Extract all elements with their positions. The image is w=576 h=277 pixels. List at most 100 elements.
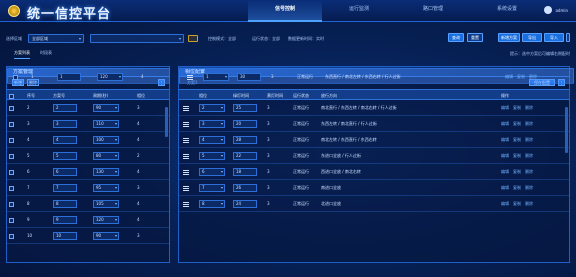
row-checkbox[interactable] — [13, 74, 18, 80]
nav-tab-intersection[interactable]: 路口管理 — [396, 0, 470, 22]
import-button[interactable]: 导入 — [544, 33, 564, 42]
row-checkbox[interactable] — [9, 169, 14, 175]
nav-tab-monitoring[interactable]: 运行监测 — [322, 0, 396, 22]
plan-number-input[interactable]: 2 — [53, 104, 77, 112]
delete-link[interactable]: 删除 — [525, 105, 533, 110]
query-button[interactable]: 查询 — [448, 33, 464, 42]
table-row[interactable]: 7 ▾ 26 3 正常运行 南进口全放 编辑 复制 删除 — [179, 180, 569, 196]
table-row[interactable]: 5 5 80 ▾ 2 — [7, 148, 169, 164]
row-checkbox[interactable] — [9, 201, 14, 207]
cycle-select[interactable]: 90 ▾ — [93, 104, 119, 112]
edit-link[interactable]: 编辑 — [501, 137, 509, 142]
cycle-select[interactable]: 120 ▾ — [97, 73, 123, 81]
select-all-checkbox[interactable] — [9, 93, 14, 99]
green-time-input[interactable]: 26 — [233, 184, 257, 192]
add-plan-button[interactable]: 新增方案 — [498, 33, 520, 42]
delete-link[interactable]: 删除 — [525, 169, 533, 174]
plan-scrollbar[interactable] — [165, 107, 168, 137]
chip-run-status[interactable]: 运行状态：全部 — [252, 36, 280, 42]
region-select[interactable]: 全部区域 ▾ — [28, 34, 84, 43]
table-row[interactable]: 10 10 90 ▾ 3 — [7, 228, 169, 244]
copy-link[interactable]: 复制 — [513, 153, 521, 158]
table-row[interactable]: 7 7 95 ▾ 3 — [7, 180, 169, 196]
reset-button[interactable]: 重置 — [467, 33, 483, 42]
delete-link[interactable]: 删除 — [525, 153, 533, 158]
row-checkbox[interactable] — [9, 137, 14, 143]
chip-control-mode[interactable]: 控制模式：全部 — [208, 36, 236, 42]
cycle-select[interactable]: 95 ▾ — [93, 184, 119, 192]
phase-select[interactable]: 3 ▾ — [199, 120, 225, 128]
edit-link[interactable]: 编辑 — [501, 201, 509, 206]
drag-handle-icon[interactable] — [183, 137, 189, 143]
phase-select[interactable]: 4 ▾ — [199, 136, 225, 144]
edit-link[interactable]: 编辑 — [505, 74, 513, 79]
phase-select[interactable]: 7 ▾ — [199, 184, 225, 192]
table-row[interactable]: 8 ▾ 24 3 正常运行 北进口全放 编辑 复制 删除 — [179, 196, 569, 212]
phase-select[interactable]: 1 ▾ — [203, 73, 229, 81]
row-checkbox[interactable] — [9, 121, 14, 127]
plan-number-input[interactable]: 3 — [53, 120, 77, 128]
drag-handle-icon[interactable] — [183, 201, 189, 207]
drag-handle-icon[interactable] — [187, 74, 193, 80]
plan-number-input[interactable]: 5 — [53, 152, 77, 160]
table-row[interactable]: 3 3 110 ▾ 4 — [7, 116, 169, 132]
plan-number-input[interactable]: 8 — [53, 200, 77, 208]
drag-handle-icon[interactable] — [183, 153, 189, 159]
row-checkbox[interactable] — [9, 185, 14, 191]
copy-link[interactable]: 复制 — [513, 137, 521, 142]
green-time-input[interactable]: 20 — [233, 120, 257, 128]
map-icon[interactable] — [188, 35, 198, 42]
edit-link[interactable]: 编辑 — [501, 121, 509, 126]
cycle-select[interactable]: 80 ▾ — [93, 152, 119, 160]
delete-link[interactable]: 删除 — [525, 137, 533, 142]
table-row[interactable]: 1 1 120 ▾ 4 — [7, 68, 170, 84]
table-row[interactable]: 3 ▾ 20 3 正常运行 东西左转 / 南北直行 / 行人过街 编辑 复制 删除 — [179, 116, 569, 132]
edit-link[interactable]: 编辑 — [501, 105, 509, 110]
row-checkbox[interactable] — [9, 105, 14, 111]
table-row[interactable]: 2 ▾ 25 3 正常运行 南北直行 / 东西左转 / 南北右转 / 行人过街 编辑 复制 删除 — [179, 100, 569, 116]
table-row[interactable]: 5 ▾ 22 3 正常运行 东进口全放 / 行人过街 编辑 复制 删除 — [179, 148, 569, 164]
table-row[interactable]: 4 4 100 ▾ 4 — [7, 132, 169, 148]
cycle-select[interactable]: 90 ▾ — [93, 232, 119, 240]
green-time-input[interactable]: 28 — [233, 136, 257, 144]
plan-number-input[interactable]: 7 — [53, 184, 77, 192]
phase-select[interactable]: 5 ▾ — [199, 152, 225, 160]
table-row[interactable]: 6 ▾ 18 3 正常运行 西进口全放 / 南北右转 编辑 复制 删除 — [179, 164, 569, 180]
green-time-input[interactable]: 25 — [233, 104, 257, 112]
table-row[interactable]: 2 2 90 ▾ 3 — [7, 100, 169, 116]
edit-link[interactable]: 编辑 — [501, 169, 509, 174]
drag-handle-icon[interactable] — [183, 121, 189, 127]
green-time-input[interactable]: 22 — [233, 152, 257, 160]
delete-link[interactable]: 删除 — [525, 121, 533, 126]
drag-handle-icon[interactable] — [183, 185, 189, 191]
cycle-select[interactable]: 120 ▾ — [93, 216, 119, 224]
table-row[interactable]: 1 ▾ 30 3 正常运行 东西直行 / 南北左转 / 东西右转 / 行人过街 编辑 复制 删除 — [179, 68, 574, 84]
table-row[interactable]: 6 6 130 ▾ 4 — [7, 164, 169, 180]
plan-number-input[interactable]: 1 — [57, 73, 81, 81]
delete-link[interactable]: 删除 — [525, 201, 533, 206]
green-time-input[interactable]: 18 — [233, 168, 257, 176]
export-button[interactable]: 导出 — [522, 33, 542, 42]
copy-link[interactable]: 复制 — [513, 201, 521, 206]
chip-update-time[interactable]: 数据更新时间：实时 — [288, 36, 324, 42]
table-row[interactable]: 8 8 105 ▾ 4 — [7, 196, 169, 212]
green-time-input[interactable]: 30 — [237, 73, 261, 81]
cycle-select[interactable]: 110 ▾ — [93, 120, 119, 128]
phase-select[interactable]: 6 ▾ — [199, 168, 225, 176]
delete-link[interactable]: 删除 — [529, 74, 537, 79]
copy-link[interactable]: 复制 — [513, 105, 521, 110]
nav-tab-settings[interactable]: 系统设置 — [470, 0, 544, 22]
phase-select[interactable]: 2 ▾ — [199, 104, 225, 112]
delete-link[interactable]: 删除 — [525, 185, 533, 190]
subtab-time-table[interactable]: 时段表 — [40, 50, 52, 59]
copy-link[interactable]: 复制 — [513, 169, 521, 174]
phase-scrollbar[interactable] — [565, 107, 568, 153]
drag-handle-icon[interactable] — [183, 105, 189, 111]
plan-number-input[interactable]: 6 — [53, 168, 77, 176]
plan-number-input[interactable]: 4 — [53, 136, 77, 144]
edit-link[interactable]: 编辑 — [501, 185, 509, 190]
subtab-plan-list[interactable]: 方案列表 — [14, 50, 30, 59]
drag-handle-icon[interactable] — [183, 169, 189, 175]
plan-number-input[interactable]: 10 — [53, 232, 77, 240]
table-row[interactable]: 9 9 120 ▾ 4 — [7, 212, 169, 228]
